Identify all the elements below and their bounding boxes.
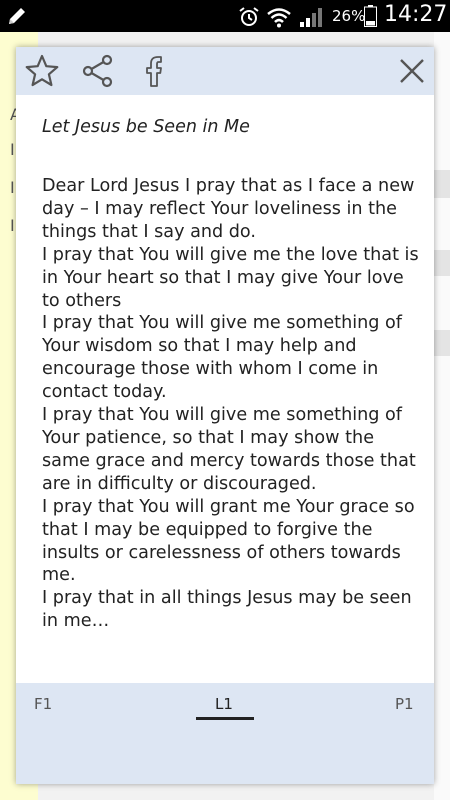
status-clock: 14:27 bbox=[384, 2, 448, 27]
battery-icon bbox=[364, 5, 377, 27]
prayer-content[interactable]: Let Jesus be Seen in Me Dear Lord Jesus … bbox=[42, 117, 422, 682]
prayer-title: Let Jesus be Seen in Me bbox=[42, 117, 250, 137]
dialog-toolbar bbox=[16, 47, 434, 95]
pencil-icon bbox=[9, 8, 25, 24]
background-list-edge bbox=[434, 32, 450, 800]
background-text: I bbox=[10, 216, 15, 235]
tab-p1[interactable]: P1 bbox=[395, 695, 414, 713]
star-icon[interactable] bbox=[24, 53, 60, 89]
background-text: I bbox=[10, 178, 15, 197]
status-bar: 26% 14:27 bbox=[0, 0, 450, 32]
prayer-dialog: Let Jesus be Seen in Me Dear Lord Jesus … bbox=[16, 47, 434, 784]
active-tab-indicator bbox=[196, 717, 254, 720]
signal-icon bbox=[300, 8, 322, 27]
close-icon[interactable] bbox=[394, 53, 430, 89]
background-row bbox=[434, 250, 450, 276]
tab-l1[interactable]: L1 bbox=[215, 695, 233, 713]
battery-percent: 26% bbox=[332, 7, 366, 25]
background-row bbox=[434, 170, 450, 198]
tab-f1[interactable]: F1 bbox=[34, 695, 52, 713]
background-row bbox=[434, 330, 450, 356]
prayer-body: Dear Lord Jesus I pray that as I face a … bbox=[42, 176, 419, 632]
facebook-icon[interactable] bbox=[136, 53, 172, 89]
share-icon[interactable] bbox=[80, 53, 116, 89]
dialog-footer: F1 L1 P1 bbox=[16, 683, 434, 784]
background-text: I bbox=[10, 140, 15, 159]
alarm-icon bbox=[239, 7, 259, 26]
wifi-icon bbox=[267, 8, 291, 28]
